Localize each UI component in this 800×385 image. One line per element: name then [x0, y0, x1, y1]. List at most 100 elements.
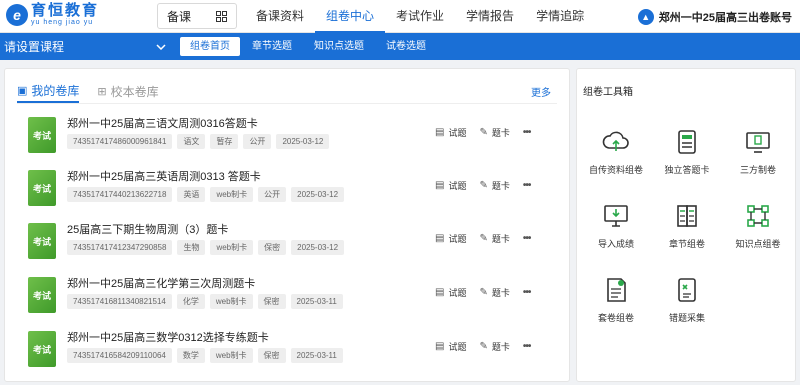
card-button[interactable]: ✎ 题卡: [479, 179, 509, 192]
quiz-label: 试题: [448, 128, 467, 138]
logo-mark-icon: e: [6, 3, 28, 26]
exam-badge: 考试: [28, 170, 56, 206]
edit-icon: ✎: [479, 341, 488, 352]
answer-card-icon: [670, 125, 704, 159]
item-title[interactable]: 郑州一中25届高三数学0312选择专练题卡: [67, 329, 269, 345]
more-link[interactable]: 更多: [531, 84, 551, 99]
tool-chapter-paper[interactable]: 章节组卷: [652, 199, 722, 250]
card-button[interactable]: ✎ 题卡: [479, 340, 509, 353]
beike-button[interactable]: 备课: [157, 3, 237, 29]
item-title[interactable]: 郑州一中25届高三语文周测0316答题卡: [67, 115, 258, 131]
visibility-tag: 保密: [257, 294, 286, 309]
more-dots-icon[interactable]: •••: [523, 127, 531, 138]
list-item[interactable]: 考试 郑州一中25届高三英语周测0313 答题卡 743517417440213…: [25, 163, 555, 217]
tool-label: 知识点组卷: [735, 239, 781, 249]
card-button[interactable]: ✎ 题卡: [479, 286, 509, 299]
visibility-tag: 公开: [258, 187, 287, 202]
visibility-tag: 保密: [257, 348, 286, 363]
chevron-down-icon: [156, 43, 166, 50]
subject-tag: 化学: [176, 294, 205, 309]
item-title[interactable]: 郑州一中25届高三英语周测0313 答题卡: [67, 168, 261, 184]
more-dots-icon[interactable]: •••: [523, 233, 531, 244]
tool-upload-paper[interactable]: 自传资料组卷: [581, 125, 651, 176]
nav-zujuan-center[interactable]: 组卷中心: [315, 0, 386, 33]
tool-knowledge-paper[interactable]: 知识点组卷: [723, 199, 793, 250]
quiz-button[interactable]: ▤ 试题: [435, 340, 466, 353]
account-menu[interactable]: ▲ 郑州一中25届高三出卷账号: [637, 0, 792, 33]
date-tag: 2025-03-12: [291, 187, 345, 202]
quiz-button[interactable]: ▤ 试题: [435, 179, 466, 192]
status-tag: web制卡: [210, 240, 254, 255]
quiz-button[interactable]: ▤ 试题: [435, 232, 466, 245]
tab-chapter-select[interactable]: 章节选题: [242, 37, 302, 56]
nav-kaoshi-zuoye[interactable]: 考试作业: [385, 0, 455, 33]
beike-label: 备课: [167, 9, 192, 24]
course-placeholder: 请设置课程: [4, 40, 65, 54]
quiz-label: 试题: [448, 181, 467, 191]
tool-error-collect[interactable]: 错题采集: [652, 273, 722, 324]
top-header: e 育恒教育 yu heng jiao yu 备课 备课资料 组卷中心 考试作业…: [0, 0, 800, 33]
more-dots-icon[interactable]: •••: [523, 341, 531, 352]
list-item[interactable]: 考试 郑州一中25届高三语文周测0316答题卡 7435174174860009…: [25, 110, 555, 164]
tool-label: 三方制卷: [739, 165, 776, 175]
nav-beike-ziliao[interactable]: 备课资料: [245, 0, 315, 33]
date-tag: 2025-03-11: [290, 294, 343, 309]
tool-label: 章节组卷: [668, 239, 705, 249]
sub-header: 请设置课程 组卷首页 章节选题 知识点选题 试卷选题: [0, 33, 800, 60]
exam-badge: 考试: [28, 277, 56, 313]
tab-school-library[interactable]: ⊞ 校本卷库: [97, 79, 158, 103]
quiz-label: 试题: [448, 342, 467, 352]
quiz-label: 试题: [448, 288, 467, 298]
tool-paper-set[interactable]: 套卷组卷: [581, 273, 651, 324]
logo[interactable]: e 育恒教育 yu heng jiao yu: [6, 3, 99, 26]
tab-my-library[interactable]: ▣ 我的卷库: [17, 79, 80, 103]
card-button[interactable]: ✎ 题卡: [479, 126, 509, 139]
subject-tag: 数学: [176, 348, 205, 363]
chapter-docs-icon: [670, 199, 704, 233]
more-dots-icon[interactable]: •••: [523, 287, 531, 298]
list-item[interactable]: 考试 郑州一中25届高三数学0312选择专练题卡 743517416584209…: [25, 324, 555, 378]
nav-xueqing-report[interactable]: 学情报告: [455, 0, 525, 33]
tool-label: 自传资料组卷: [588, 165, 643, 175]
tab-paper-select[interactable]: 试卷选题: [376, 37, 436, 56]
divider: [17, 103, 557, 104]
more-dots-icon[interactable]: •••: [523, 180, 531, 191]
tool-answer-card[interactable]: 独立答题卡: [652, 125, 722, 176]
tab-knowledge-select[interactable]: 知识点选题: [304, 37, 374, 56]
card-label: 题卡: [491, 288, 510, 298]
tab-zujuan-home[interactable]: 组卷首页: [180, 37, 240, 56]
edit-icon: ✎: [479, 180, 488, 191]
account-name: 郑州一中25届高三出卷账号: [658, 11, 792, 24]
nav-xueqing-track[interactable]: 学情追踪: [525, 0, 595, 33]
toolbox-title: 组卷工具箱: [583, 87, 633, 98]
nodes-icon: [741, 199, 775, 233]
edit-icon: ✎: [479, 233, 488, 244]
course-select[interactable]: 请设置课程: [4, 33, 168, 60]
paper-set-icon: [599, 273, 633, 307]
exam-badge: 考试: [28, 331, 56, 367]
status-tag: 暂存: [210, 134, 239, 149]
status-tag: web制卡: [209, 348, 253, 363]
item-title[interactable]: 25届高三下期生物周测（3）题卡: [67, 221, 228, 237]
visibility-tag: 保密: [258, 240, 287, 255]
quiz-button[interactable]: ▤ 试题: [435, 286, 466, 299]
toolbox-panel: 组卷工具箱 自传资料组卷 独立答题卡 三方制卷 导入成绩 章节组卷 知识点组卷 …: [576, 68, 796, 382]
tool-import-scores[interactable]: 导入成绩: [581, 199, 651, 250]
edit-icon: ✎: [479, 287, 488, 298]
card-button[interactable]: ✎ 题卡: [479, 232, 509, 245]
subject-tag: 语文: [177, 134, 206, 149]
tool-label: 独立答题卡: [664, 165, 710, 175]
item-title[interactable]: 郑州一中25届高三化学第三次周测题卡: [67, 275, 255, 291]
list-item[interactable]: 考试 郑州一中25届高三化学第三次周测题卡 743517416811340821…: [25, 270, 555, 324]
cloud-upload-icon: [599, 125, 633, 159]
quiz-button[interactable]: ▤ 试题: [435, 126, 466, 139]
tool-third-party[interactable]: 三方制卷: [723, 125, 793, 176]
exam-badge: 考试: [28, 223, 56, 259]
date-tag: 2025-03-12: [276, 134, 330, 149]
grid-icon: ⊞: [97, 85, 107, 98]
status-tag: web制卡: [209, 294, 253, 309]
list-item[interactable]: 考试 25届高三下期生物周测（3）题卡 74351741741234729085…: [25, 216, 555, 270]
subject-tag: 英语: [177, 187, 206, 202]
item-id-tag: 743517416584209110064: [67, 348, 172, 363]
date-tag: 2025-03-11: [290, 348, 343, 363]
